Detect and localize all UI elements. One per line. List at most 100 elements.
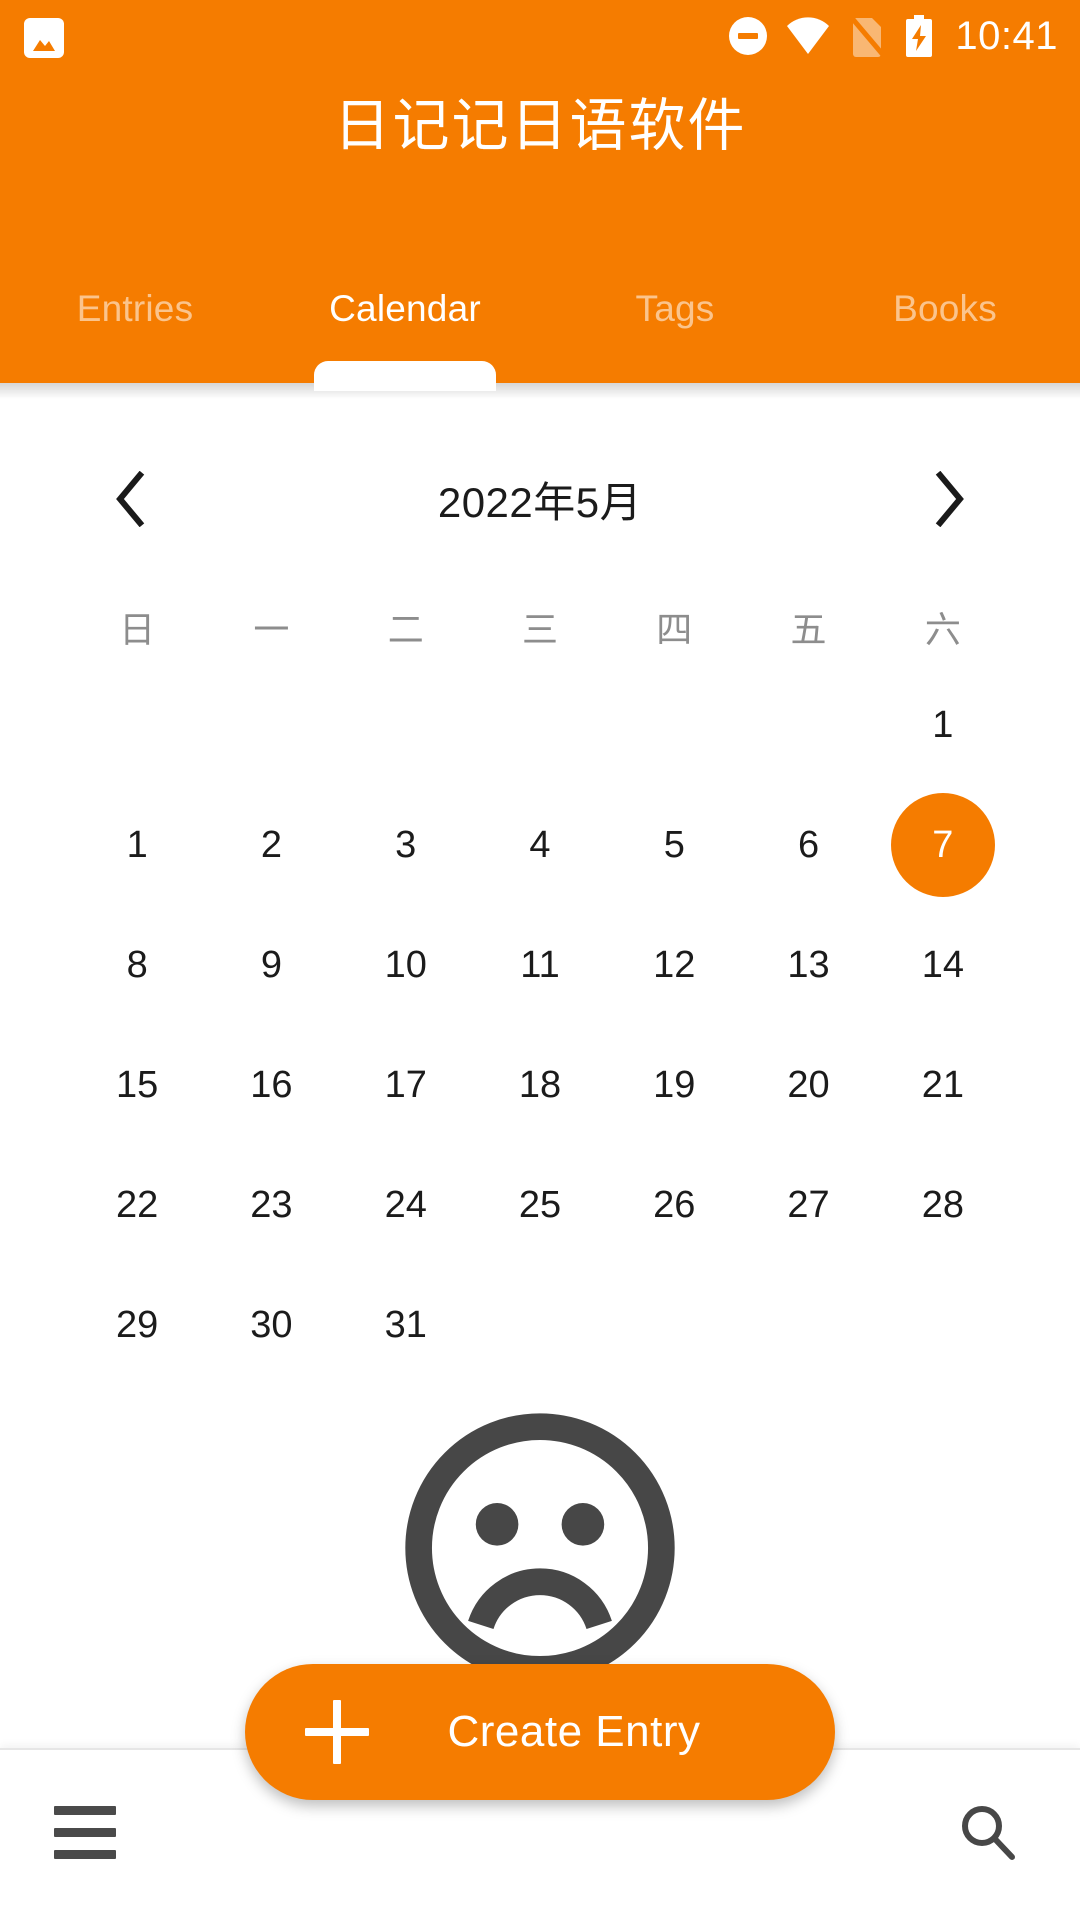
weekday-cell: 三: [473, 589, 607, 665]
calendar-day-cell-12[interactable]: 12: [607, 905, 741, 1025]
weekday-label: 一: [253, 609, 290, 650]
day-number: 11: [520, 944, 560, 986]
weekday-label: 六: [924, 609, 961, 650]
weekday-cell: 一: [204, 589, 338, 665]
battery-charging-icon: [903, 13, 935, 59]
day-number: 17: [384, 1064, 427, 1106]
day-number: 29: [116, 1304, 159, 1346]
day-number: 22: [116, 1184, 159, 1226]
calendar-day-cell-15[interactable]: 15: [70, 1025, 204, 1145]
calendar-day-cell-13[interactable]: 13: [741, 905, 875, 1025]
status-bar-clock: 10:41: [955, 14, 1058, 58]
tab-calendar[interactable]: Calendar: [270, 270, 540, 391]
calendar-day-cell-7-selected[interactable]: 7: [876, 785, 1010, 905]
calendar-day-cell-22[interactable]: 22: [70, 1145, 204, 1265]
create-entry-label: Create Entry: [447, 1707, 701, 1756]
day-number: 24: [384, 1184, 427, 1226]
day-number: 20: [787, 1064, 830, 1106]
tab-active-indicator: [314, 361, 496, 391]
weekday-label: 四: [656, 609, 693, 650]
calendar-day-cell-11[interactable]: 11: [473, 905, 607, 1025]
calendar-day-cell-9[interactable]: 9: [204, 905, 338, 1025]
calendar-day-cell-25[interactable]: 25: [473, 1145, 607, 1265]
day-number: 4: [529, 824, 551, 866]
calendar-day-cell-18[interactable]: 18: [473, 1025, 607, 1145]
chevron-left-icon[interactable]: [82, 451, 178, 547]
calendar-day-cell-4[interactable]: 4: [473, 785, 607, 905]
day-number: 31: [384, 1304, 427, 1346]
tab-tags-label: Tags: [635, 288, 715, 329]
tab-tags[interactable]: Tags: [540, 270, 810, 383]
tab-books-label: Books: [893, 288, 997, 329]
day-number: 7: [932, 824, 954, 866]
calendar-day-cell-20[interactable]: 20: [741, 1025, 875, 1145]
calendar-panel: 2022年5月 日 一 二 三 四 五 六 1 1 2 3 4 5 6 7 8 …: [0, 399, 1080, 1385]
calendar-day-cell-3[interactable]: 3: [339, 785, 473, 905]
calendar-day-cell-6[interactable]: 6: [741, 785, 875, 905]
calendar-day-cell-16[interactable]: 16: [204, 1025, 338, 1145]
day-number: 19: [653, 1064, 696, 1106]
weekday-cell: 六: [876, 589, 1010, 665]
calendar-day-cell-21[interactable]: 21: [876, 1025, 1010, 1145]
calendar-grid: 日 一 二 三 四 五 六 1 1 2 3 4 5 6 7 8 9 10 11 …: [0, 589, 1080, 1385]
calendar-month-label: 2022年5月: [437, 478, 643, 526]
calendar-week-row: 8 9 10 11 12 13 14: [70, 905, 1010, 1025]
day-number: 15: [116, 1064, 159, 1106]
status-bar-right: 10:41: [727, 0, 1058, 72]
calendar-day-cell-24[interactable]: 24: [339, 1145, 473, 1265]
hamburger-menu-icon[interactable]: [48, 1792, 128, 1872]
tab-bar: Entries Calendar Tags Books: [0, 270, 1080, 391]
day-number: 6: [797, 824, 820, 866]
weekday-label: 日: [119, 609, 156, 650]
day-number: 1: [126, 824, 148, 866]
search-icon[interactable]: [944, 1788, 1032, 1876]
sad-face-icon: [392, 1400, 688, 1701]
create-entry-button[interactable]: Create Entry: [245, 1664, 835, 1800]
tab-entries[interactable]: Entries: [0, 270, 270, 383]
calendar-weekday-header: 日 一 二 三 四 五 六: [70, 589, 1010, 665]
calendar-day-cell-10[interactable]: 10: [339, 905, 473, 1025]
day-number: 3: [395, 824, 417, 866]
calendar-day-cell-14[interactable]: 14: [876, 905, 1010, 1025]
tab-entries-label: Entries: [76, 288, 194, 329]
day-number: 27: [787, 1184, 830, 1226]
tab-books[interactable]: Books: [810, 270, 1080, 383]
menu-bar-3: [54, 1849, 116, 1859]
day-number: 1: [932, 704, 954, 746]
tab-calendar-label: Calendar: [329, 288, 481, 329]
day-number: 8: [126, 944, 148, 986]
day-number: 25: [518, 1184, 562, 1226]
calendar-day-cell-27[interactable]: 27: [741, 1145, 875, 1265]
image-icon: [24, 18, 64, 58]
calendar-month-nav: 2022年5月: [0, 451, 1080, 547]
chevron-right-icon[interactable]: [902, 451, 998, 547]
calendar-day-cell-1[interactable]: 1: [876, 665, 1010, 785]
calendar-day-cell-2[interactable]: 2: [204, 785, 338, 905]
day-number: 12: [653, 944, 696, 986]
day-number: 9: [260, 944, 282, 986]
calendar-day-cell-28[interactable]: 28: [876, 1145, 1010, 1265]
weekday-label: 三: [521, 609, 558, 650]
empty-state: [0, 1400, 1080, 1701]
calendar-day-cell-29[interactable]: 29: [70, 1265, 204, 1385]
header-shadow: [0, 383, 1080, 399]
weekday-label: 二: [387, 609, 424, 650]
calendar-day-cell-1[interactable]: 1: [70, 785, 204, 905]
calendar-day-cell-19[interactable]: 19: [607, 1025, 741, 1145]
day-number: 13: [787, 944, 830, 986]
calendar-day-cell-26[interactable]: 26: [607, 1145, 741, 1265]
status-bar: 10:41: [0, 0, 1080, 72]
menu-bar-1: [54, 1805, 116, 1815]
menu-bar-2: [54, 1827, 116, 1837]
calendar-week-row: 1 2 3 4 5 6 7: [70, 785, 1010, 905]
day-number: 21: [921, 1064, 964, 1106]
calendar-day-cell-5[interactable]: 5: [607, 785, 741, 905]
calendar-day-cell-17[interactable]: 17: [339, 1025, 473, 1145]
day-number: 28: [921, 1184, 964, 1226]
no-sim-card-icon: [847, 14, 887, 58]
calendar-day-cell-31[interactable]: 31: [339, 1265, 473, 1385]
calendar-day-cell-23[interactable]: 23: [204, 1145, 338, 1265]
calendar-day-cell-8[interactable]: 8: [70, 905, 204, 1025]
calendar-day-cell-30[interactable]: 30: [204, 1265, 338, 1385]
day-number: 30: [250, 1304, 293, 1346]
